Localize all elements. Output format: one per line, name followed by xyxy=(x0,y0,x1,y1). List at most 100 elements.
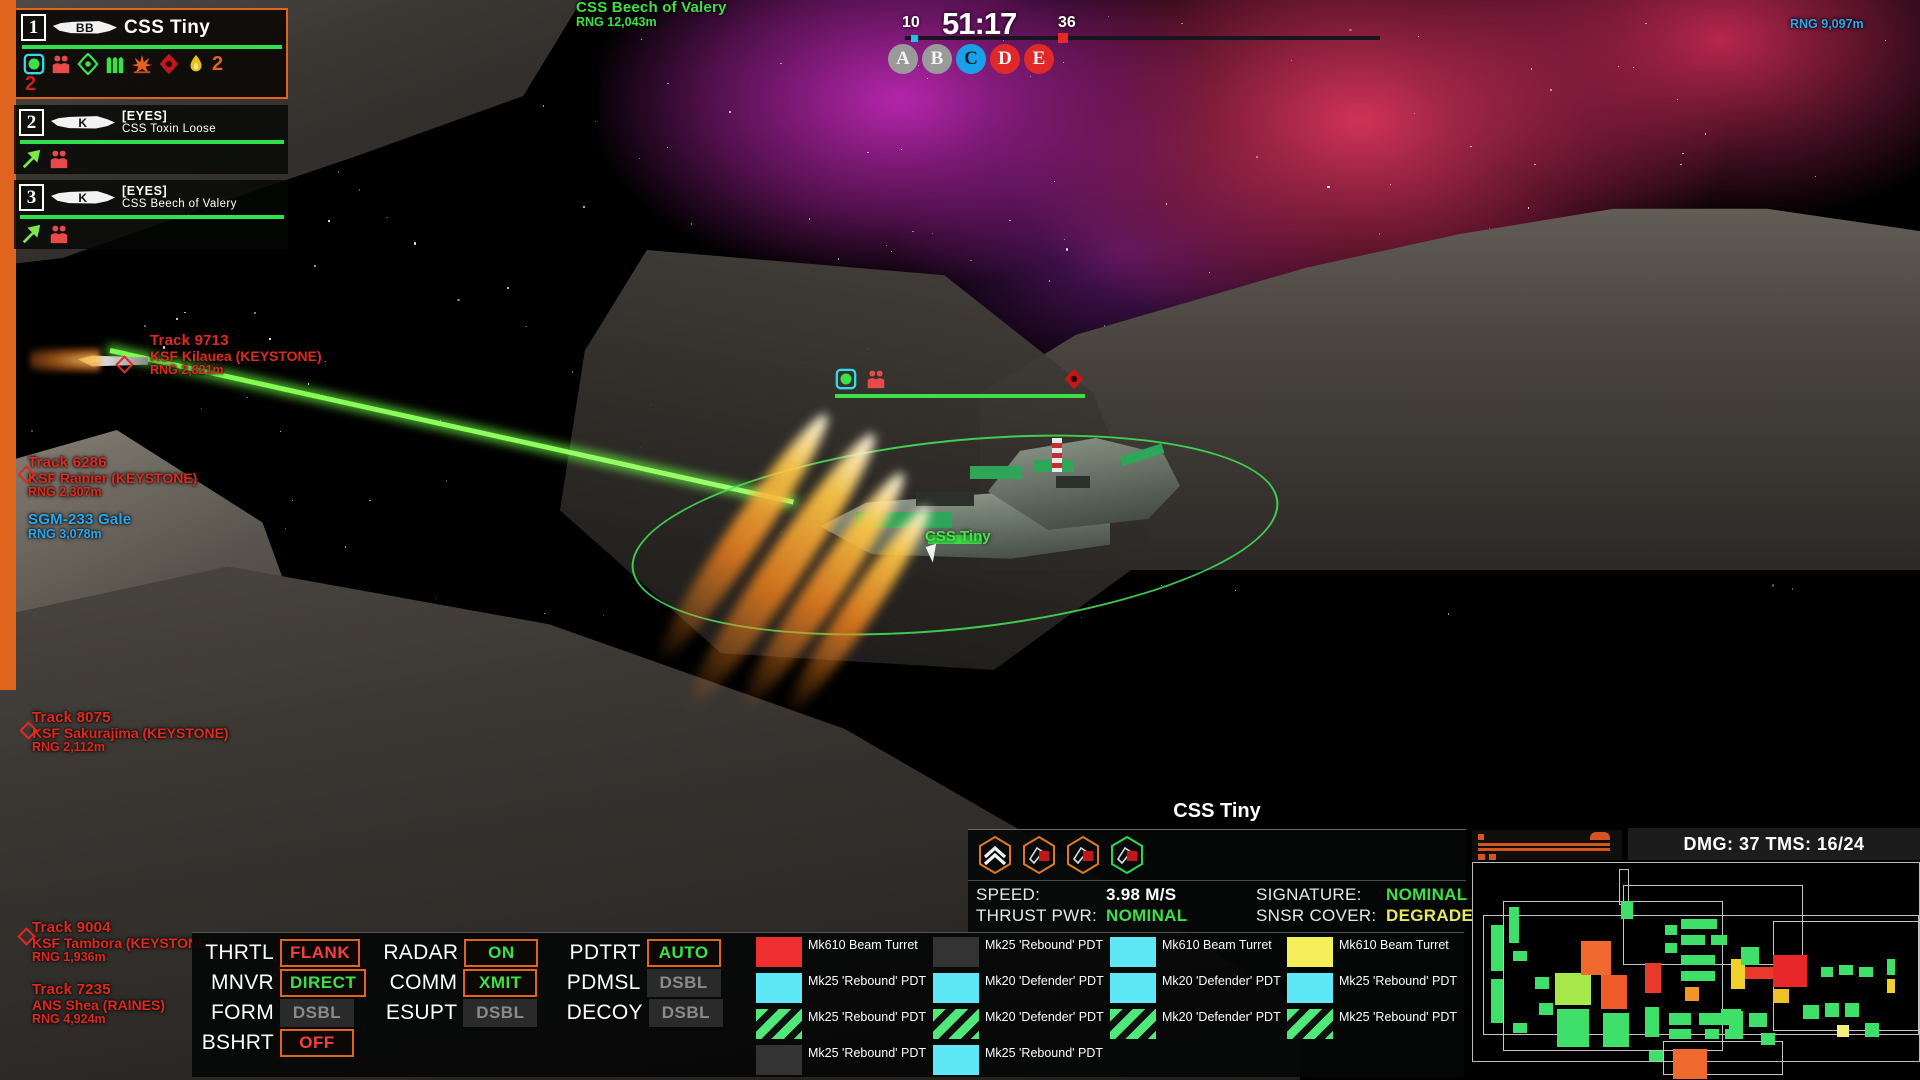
weapon-status-swatch xyxy=(1110,937,1156,967)
roster-entry-3[interactable]: 3 K [EYES] CSS Beech of Valery xyxy=(14,180,288,249)
damage-compartment[interactable] xyxy=(1665,925,1677,935)
damage-compartment[interactable] xyxy=(1669,1029,1691,1039)
weapon-slot[interactable]: Mk25 'Rebound' PDT xyxy=(756,973,929,1007)
command-button-comm[interactable]: XMIT xyxy=(463,969,538,997)
roster-ship-name: CSS Beech of Valery xyxy=(122,198,237,211)
command-row-thrtl: THRTL FLANK xyxy=(200,939,377,967)
damage-readout: DMG: 37 TMS: 16/24 xyxy=(1628,828,1920,860)
damage-compartment[interactable] xyxy=(1535,977,1549,989)
command-button-esupt[interactable]: DSBL xyxy=(463,999,538,1027)
damage-compartment[interactable] xyxy=(1887,979,1895,993)
damage-compartment[interactable] xyxy=(1649,1051,1663,1061)
system-hex-buttons[interactable] xyxy=(968,830,1466,881)
damage-compartment[interactable] xyxy=(1845,1003,1859,1017)
fleet-roster-panel[interactable]: 1 BB CSS Tiny 2 2 2 K [EYES] CSS Toxin Loose 3 K [E… xyxy=(14,8,288,255)
command-panel[interactable]: THRTL FLANK RADAR ON PDTRT AUTO MNVR DIRECT COMM… xyxy=(192,932,752,1077)
status-panel-title: CSS Tiny xyxy=(1173,800,1261,822)
damage-compartment[interactable] xyxy=(1681,935,1705,945)
damage-compartment[interactable] xyxy=(1803,1005,1819,1019)
weapons-grid[interactable]: Mk610 Beam Turret Mk25 'Rebound' PDT Mk610… xyxy=(756,937,1460,1079)
damage-compartment[interactable] xyxy=(1761,1033,1775,1045)
command-button-thrtl[interactable]: FLANK xyxy=(280,939,361,967)
roster-entry-2[interactable]: 2 K [EYES] CSS Toxin Loose xyxy=(14,105,288,174)
weapon-slot[interactable]: Mk20 'Defender' PDT xyxy=(1110,973,1283,1007)
capture-point-a[interactable]: A xyxy=(888,44,918,74)
damage-compartment[interactable] xyxy=(1645,963,1661,993)
damage-compartment[interactable] xyxy=(1821,967,1833,977)
system-hex-weapon-icon-3[interactable] xyxy=(1106,835,1148,875)
ship-silhouette-icon: K xyxy=(51,191,115,204)
damage-compartment[interactable] xyxy=(1621,901,1633,919)
damage-compartment[interactable] xyxy=(1557,1009,1589,1047)
weapons-panel[interactable]: Mk610 Beam Turret Mk25 'Rebound' PDT Mk610… xyxy=(752,932,1464,1077)
system-hex-thrust-up-icon[interactable] xyxy=(974,835,1016,875)
weapon-slot[interactable]: Mk610 Beam Turret xyxy=(756,937,929,971)
damage-compartment[interactable] xyxy=(1681,919,1717,929)
damage-compartment[interactable] xyxy=(1555,973,1591,1005)
damage-compartment[interactable] xyxy=(1773,955,1807,987)
weapon-slot[interactable]: Mk25 'Rebound' PDT xyxy=(756,1045,929,1079)
capture-point-e[interactable]: E xyxy=(1024,44,1054,74)
damage-compartment[interactable] xyxy=(1665,943,1677,953)
damage-compartment[interactable] xyxy=(1603,1013,1629,1047)
damage-compartment[interactable] xyxy=(1513,951,1527,961)
damage-compartment[interactable] xyxy=(1837,1025,1849,1037)
weapon-slot[interactable]: Mk20 'Defender' PDT xyxy=(933,973,1106,1007)
system-hex-weapon-icon-1[interactable] xyxy=(1018,835,1060,875)
damage-compartment[interactable] xyxy=(1509,907,1519,943)
ammo-icon xyxy=(106,57,124,74)
damage-compartment[interactable] xyxy=(1491,979,1503,1023)
weapon-slot[interactable]: Mk25 'Rebound' PDT xyxy=(1287,1009,1460,1043)
command-button-radar[interactable]: ON xyxy=(464,939,539,967)
damage-compartment[interactable] xyxy=(1859,967,1873,977)
command-button-pdtrt[interactable]: AUTO xyxy=(646,939,721,967)
weapon-slot[interactable]: Mk20 'Defender' PDT xyxy=(1110,1009,1283,1043)
weapon-slot[interactable]: Mk25 'Rebound' PDT xyxy=(756,1009,929,1043)
command-button-bshrt[interactable]: OFF xyxy=(280,1029,354,1057)
capture-point-b[interactable]: B xyxy=(922,44,952,74)
capture-point-c[interactable]: C xyxy=(956,44,986,74)
damage-compartment[interactable] xyxy=(1887,959,1895,975)
weapon-slot[interactable]: Mk25 'Rebound' PDT xyxy=(933,1045,1106,1079)
damage-compartment[interactable] xyxy=(1601,975,1627,1009)
damage-compartment[interactable] xyxy=(1839,965,1853,975)
roster-entry-1[interactable]: 1 BB CSS Tiny 2 2 xyxy=(14,8,288,99)
damage-compartment[interactable] xyxy=(1539,1003,1553,1015)
command-grid[interactable]: THRTL FLANK RADAR ON PDTRT AUTO MNVR DIRECT COMM… xyxy=(200,939,744,1057)
damage-compartment[interactable] xyxy=(1729,1011,1743,1039)
system-hex-weapon-icon-2[interactable] xyxy=(1062,835,1104,875)
weapon-slot[interactable]: Mk25 'Rebound' PDT xyxy=(933,937,1106,971)
command-button-pdmsl[interactable]: DSBL xyxy=(646,969,721,997)
weapon-slot[interactable]: Mk610 Beam Turret xyxy=(1287,937,1460,971)
capture-point-list[interactable]: ABCDE xyxy=(888,44,1054,74)
target-lock-icon xyxy=(1064,368,1084,390)
command-button-mnvr[interactable]: DIRECT xyxy=(280,969,367,997)
capture-point-d[interactable]: D xyxy=(990,44,1020,74)
command-button-form[interactable]: DSBL xyxy=(280,999,354,1027)
damage-compartment[interactable] xyxy=(1865,1023,1879,1037)
damage-compartment[interactable] xyxy=(1749,1013,1767,1027)
weapon-status-swatch xyxy=(1287,937,1333,967)
weapon-slot[interactable]: Mk610 Beam Turret xyxy=(1110,937,1283,971)
damage-compartment[interactable] xyxy=(1491,925,1503,971)
damage-compartment[interactable] xyxy=(1741,947,1759,965)
damage-compartment[interactable] xyxy=(1825,1003,1839,1017)
damage-compartment[interactable] xyxy=(1705,1029,1719,1039)
damage-compartment[interactable] xyxy=(1581,941,1611,975)
weapon-slot[interactable]: Mk20 'Defender' PDT xyxy=(933,1009,1106,1043)
damage-compartment[interactable] xyxy=(1685,987,1699,1001)
damage-compartment[interactable] xyxy=(1513,1023,1527,1033)
weapon-name: Mk610 Beam Turret xyxy=(808,938,918,952)
ship-damage-diagram[interactable] xyxy=(1472,862,1920,1079)
command-button-decoy[interactable]: DSBL xyxy=(648,999,723,1027)
damage-compartment[interactable] xyxy=(1681,955,1715,965)
roster-name-block: CSS Tiny xyxy=(124,17,210,38)
damage-compartment[interactable] xyxy=(1673,1049,1707,1079)
damage-compartment[interactable] xyxy=(1645,1007,1659,1037)
damage-compartment[interactable] xyxy=(1669,1013,1691,1025)
weapon-slot[interactable]: Mk25 'Rebound' PDT xyxy=(1287,973,1460,1007)
damage-compartment[interactable] xyxy=(1681,971,1715,981)
damage-compartment[interactable] xyxy=(1711,935,1727,945)
damage-compartment[interactable] xyxy=(1773,989,1789,1003)
weapon-name: Mk25 'Rebound' PDT xyxy=(808,1046,927,1060)
